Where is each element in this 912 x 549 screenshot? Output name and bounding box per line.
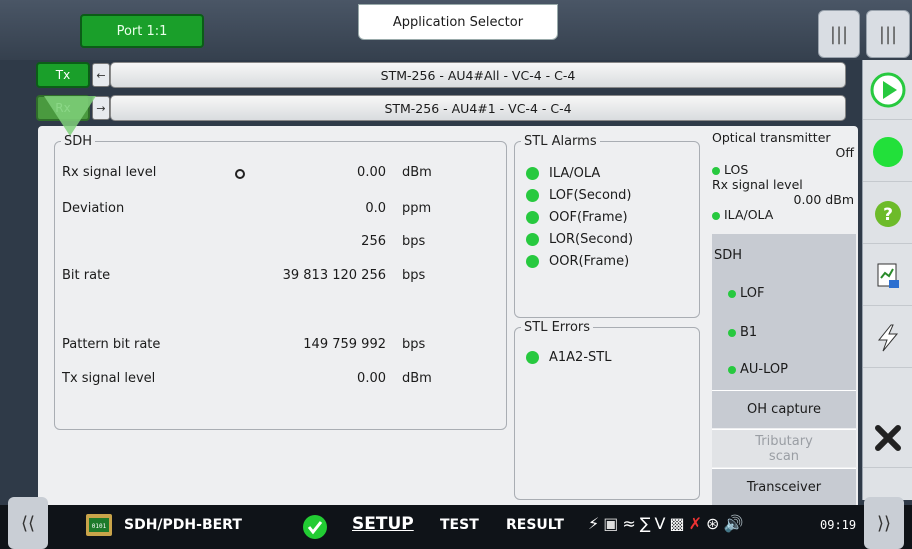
tx-tab[interactable]: Tx [36, 62, 90, 88]
pattern-bit-rate-unit: bps [402, 337, 426, 352]
sdh-status-panel[interactable]: SDH LOF B1 AU-LOP [712, 234, 856, 390]
bluetooth-icon: ∑ [639, 514, 655, 533]
app-name: SDH/PDH-BERT [124, 517, 242, 533]
selection-pointer [44, 96, 96, 136]
status-led-icon [728, 328, 736, 337]
network-icon: ⊛ [706, 514, 724, 533]
stl-alarms-legend: STL Alarms [524, 134, 597, 149]
wifi-icon: ≈ [622, 514, 640, 533]
close-icon [875, 424, 901, 451]
help-button[interactable]: ? [863, 184, 912, 244]
deviation-value: 0.0 [365, 201, 386, 216]
lightning-icon [877, 324, 899, 351]
status-led-icon [712, 211, 720, 220]
status-led-icon [526, 211, 539, 224]
help-icon: ? [875, 200, 901, 227]
report-button[interactable] [863, 246, 912, 306]
sdh-status-title: SDH [714, 248, 743, 263]
tab-result[interactable]: RESULT [506, 517, 564, 533]
play-icon [870, 72, 906, 107]
camera-icon: ▣ [603, 514, 623, 533]
sdh-lof: LOF [728, 286, 765, 301]
power-icon: ⚡ [588, 514, 604, 533]
tx-arrow-icon: ← [92, 63, 110, 87]
speaker-icon: 🔊 [723, 514, 748, 533]
status-led-icon [712, 166, 720, 175]
pattern-bit-rate-label: Pattern bit rate [62, 337, 161, 352]
deviation-bps-value: 256 [361, 234, 386, 249]
error-a1a2-stl: A1A2-STL [526, 350, 611, 365]
screen-icon: ▩ [669, 514, 689, 533]
bit-rate-unit: bps [402, 268, 426, 283]
rx-path-bar[interactable]: STM-256 - AU4#1 - VC-4 - C-4 [110, 95, 846, 121]
rx-signal-label: Rx signal level [62, 165, 157, 180]
los-status: LOS [712, 162, 856, 177]
scroll-right-icon[interactable]: ⟩⟩ [864, 497, 904, 549]
rx-signal-unit: dBm [402, 165, 432, 180]
report-icon [877, 263, 899, 288]
status-led-icon [526, 233, 539, 246]
deviation-unit: ppm [402, 201, 432, 216]
ila-status: ILA/OLA [712, 207, 856, 222]
status-led-icon [526, 351, 539, 364]
pattern-bit-rate-value: 149 759 992 [303, 337, 386, 352]
sdh-au-lop: AU-LOP [728, 362, 788, 377]
system-status-icons: ⚡▣≈∑V▩✗⊛🔊 [588, 514, 747, 533]
port-tab[interactable]: Port 1:1 [80, 14, 204, 48]
alarm-oor: OOR(Frame) [526, 254, 629, 269]
menu-icon[interactable]: ||| [818, 10, 860, 58]
right-toolbar: ? [862, 60, 912, 500]
status-indicator [863, 122, 912, 182]
stl-errors-group: STL Errors [514, 320, 700, 500]
transceiver-button[interactable]: Transceiver [712, 468, 856, 506]
menu-icon-secondary[interactable]: ||| [866, 10, 910, 58]
app-module-icon: 0101 [86, 514, 112, 536]
rx-signal-value: 0.00 [357, 165, 386, 180]
status-led-icon [526, 189, 539, 202]
svg-text:?: ? [883, 205, 893, 225]
status-led-icon [728, 365, 736, 374]
deviation-bps-unit: bps [402, 234, 426, 249]
svg-text:0101: 0101 [92, 523, 107, 530]
tx-path-bar[interactable]: STM-256 - AU4#All - VC-4 - C-4 [110, 62, 846, 88]
rx-level-label: Rx signal level [712, 177, 803, 192]
v-icon: V [654, 514, 670, 533]
exit-button[interactable] [863, 408, 912, 468]
stl-errors-legend: STL Errors [524, 320, 591, 335]
rx-level-value: 0.00 dBm [793, 192, 855, 207]
optical-title: Optical transmitter [712, 130, 831, 145]
tx-signal-unit: dBm [402, 371, 432, 386]
alarm-lof: LOF(Second) [526, 188, 631, 203]
tributary-scan-button[interactable]: Tributary scan [712, 429, 856, 467]
event-button[interactable] [863, 308, 912, 368]
alarm-lor: LOR(Second) [526, 232, 633, 247]
sdh-legend: SDH [64, 134, 93, 149]
status-led-icon [728, 289, 736, 298]
ready-check-icon [303, 515, 327, 539]
tab-setup[interactable]: SETUP [352, 514, 414, 534]
sdh-b1: B1 [728, 325, 757, 340]
oh-capture-button[interactable]: OH capture [712, 390, 856, 428]
status-led-icon [526, 255, 539, 268]
stl-alarms-group: STL Alarms [514, 134, 700, 318]
application-selector[interactable]: Application Selector [358, 4, 558, 40]
tab-test[interactable]: TEST [440, 517, 479, 533]
status-led-icon [526, 167, 539, 180]
tx-signal-label: Tx signal level [62, 371, 156, 386]
tx-signal-value: 0.00 [357, 371, 386, 386]
optical-status: Optical transmitter Off LOS Rx signal le… [712, 128, 856, 234]
deviation-label: Deviation [62, 201, 125, 216]
bit-rate-value: 39 813 120 256 [282, 268, 386, 283]
bit-rate-label: Bit rate [62, 268, 111, 283]
clock: 09:19 [820, 518, 857, 532]
alarm-ila-ola: ILA/OLA [526, 166, 600, 181]
start-button[interactable] [863, 60, 912, 120]
usb-icon: ✗ [688, 514, 707, 533]
alarm-oof: OOF(Frame) [526, 210, 628, 225]
scroll-left-icon[interactable]: ⟨⟨ [8, 497, 48, 549]
green-led-icon [873, 136, 903, 167]
optical-state: Off [835, 145, 854, 160]
